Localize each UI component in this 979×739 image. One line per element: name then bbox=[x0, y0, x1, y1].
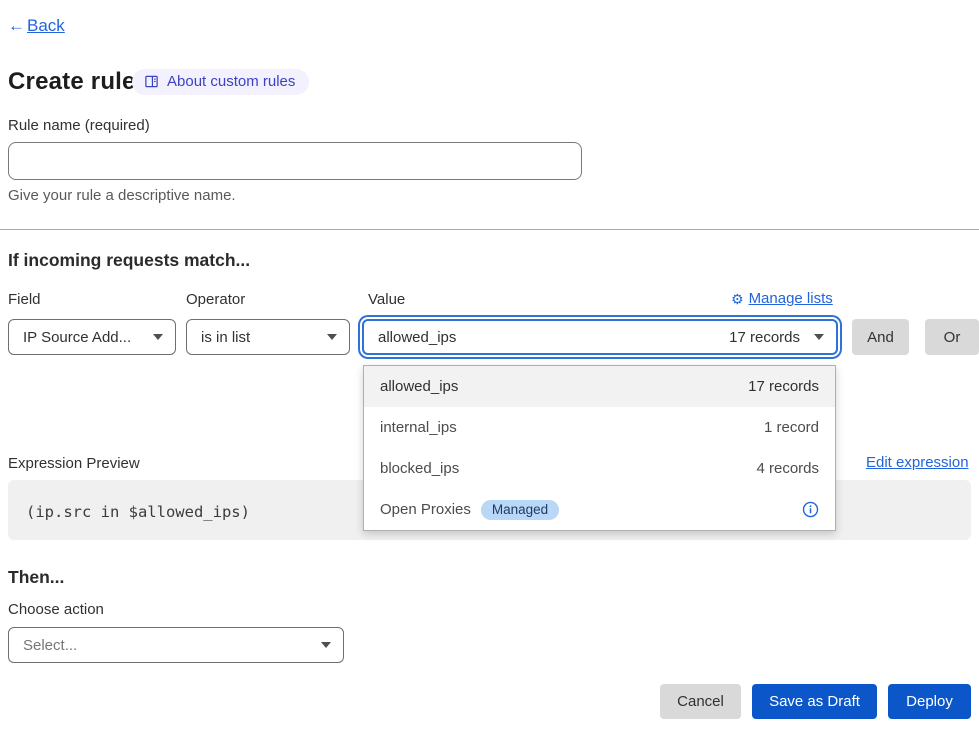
expression-preview-label: Expression Preview bbox=[8, 455, 140, 472]
rule-name-input[interactable] bbox=[8, 142, 582, 180]
list-item-open-proxies[interactable]: Open Proxies Managed bbox=[364, 489, 835, 530]
back-label: Back bbox=[27, 16, 65, 36]
list-item-records: 1 record bbox=[764, 419, 819, 436]
list-item-records: 17 records bbox=[748, 378, 819, 395]
field-select[interactable]: IP Source Add... bbox=[8, 319, 176, 355]
list-item-name: blocked_ips bbox=[380, 460, 459, 477]
then-section-heading: Then... bbox=[8, 567, 64, 588]
operator-select[interactable]: is in list bbox=[186, 319, 350, 355]
rule-name-label: Rule name (required) bbox=[8, 117, 150, 134]
list-item-blocked-ips[interactable]: blocked_ips 4 records bbox=[364, 448, 835, 489]
or-button[interactable]: Or bbox=[925, 319, 979, 355]
value-select[interactable]: allowed_ips 17 records bbox=[362, 319, 838, 355]
edit-expression-label: Edit expression bbox=[866, 454, 969, 471]
list-item-allowed-ips[interactable]: allowed_ips 17 records bbox=[364, 366, 835, 407]
chevron-down-icon bbox=[153, 334, 163, 340]
cancel-button[interactable]: Cancel bbox=[660, 684, 741, 719]
value-select-records: 17 records bbox=[729, 329, 814, 346]
list-item-records: 4 records bbox=[756, 460, 819, 477]
book-icon bbox=[144, 74, 159, 89]
and-button[interactable]: And bbox=[852, 319, 909, 355]
list-item-internal-ips[interactable]: internal_ips 1 record bbox=[364, 407, 835, 448]
rule-name-helper-text: Give your rule a descriptive name. bbox=[8, 187, 236, 204]
manage-lists-label: Manage lists bbox=[749, 290, 833, 307]
expression-code: (ip.src in $allowed_ips) bbox=[26, 503, 250, 521]
field-select-value: IP Source Add... bbox=[23, 329, 131, 346]
operator-select-value: is in list bbox=[201, 329, 250, 346]
operator-label: Operator bbox=[186, 291, 245, 308]
deploy-button[interactable]: Deploy bbox=[888, 684, 971, 719]
list-item-name: Open Proxies bbox=[380, 501, 471, 518]
value-select-selected: allowed_ips bbox=[378, 329, 456, 346]
list-item-name: allowed_ips bbox=[380, 378, 458, 395]
gear-icon: ⚙ bbox=[731, 292, 744, 306]
about-custom-rules-label: About custom rules bbox=[167, 73, 295, 90]
about-custom-rules-link[interactable]: About custom rules bbox=[132, 69, 309, 95]
chevron-down-icon bbox=[321, 642, 331, 648]
list-item-name: internal_ips bbox=[380, 419, 457, 436]
section-divider bbox=[0, 229, 979, 230]
edit-expression-link[interactable]: Edit expression bbox=[866, 454, 969, 471]
chevron-down-icon bbox=[327, 334, 337, 340]
back-link[interactable]: ←Back bbox=[8, 16, 65, 36]
value-label: Value bbox=[368, 291, 405, 308]
action-select-placeholder: Select... bbox=[23, 637, 77, 654]
back-arrow-icon: ← bbox=[8, 16, 25, 36]
action-select[interactable]: Select... bbox=[8, 627, 344, 663]
match-section-heading: If incoming requests match... bbox=[8, 250, 250, 271]
field-label: Field bbox=[8, 291, 41, 308]
page-title: Create rule bbox=[8, 68, 136, 96]
choose-action-label: Choose action bbox=[8, 601, 104, 618]
managed-badge: Managed bbox=[481, 500, 559, 520]
value-dropdown-menu: allowed_ips 17 records internal_ips 1 re… bbox=[363, 365, 836, 531]
info-icon[interactable] bbox=[802, 501, 819, 518]
save-as-draft-button[interactable]: Save as Draft bbox=[752, 684, 877, 719]
manage-lists-link[interactable]: ⚙ Manage lists bbox=[731, 290, 836, 307]
chevron-down-icon bbox=[814, 334, 824, 340]
